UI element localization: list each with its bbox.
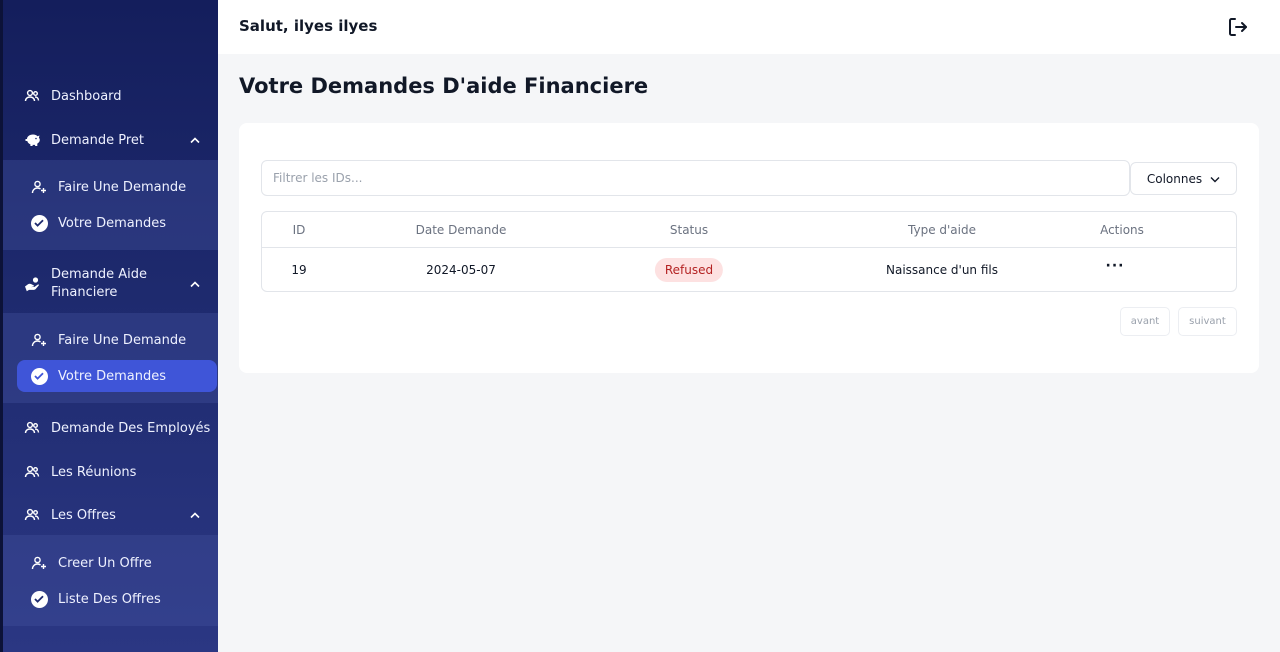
- columns-button-label: Colonnes: [1146, 171, 1203, 186]
- sidebar-subitem-label: Faire Une Demande: [58, 179, 187, 195]
- check-circle-icon: [30, 367, 48, 385]
- user-add-icon: [30, 331, 48, 349]
- sidebar-item-label: Demande Des Employés: [51, 420, 211, 436]
- sidebar-item-dashboard[interactable]: Dashboard: [3, 85, 218, 107]
- chevron-down-icon: [1210, 172, 1220, 186]
- users-icon: [23, 506, 41, 524]
- hand-coin-icon: [23, 275, 41, 293]
- submenu-demande-aide: Faire Une Demande Votre Demandes: [3, 313, 218, 403]
- column-header-status[interactable]: Status: [670, 223, 708, 237]
- sidebar-item-reunions[interactable]: Les Réunions: [3, 460, 218, 484]
- sidebar-item-label: Les Offres: [51, 507, 116, 523]
- page-title: Votre Demandes D'aide Financiere: [239, 74, 649, 98]
- column-header-actions: Actions: [1100, 223, 1144, 237]
- greeting: Salut, ilyes ilyes: [239, 17, 378, 35]
- users-icon: [23, 87, 41, 105]
- sidebar-item-demande-employes[interactable]: Demande Des Employés: [3, 416, 218, 440]
- prev-page-button[interactable]: avant: [1120, 307, 1170, 336]
- check-circle-icon: [30, 590, 48, 608]
- logout-icon[interactable]: [1226, 15, 1250, 39]
- cell-type: Naissance d'un fils: [885, 263, 999, 277]
- requests-table: ID Date Demande Status Type d'aide Actio…: [261, 211, 1237, 292]
- submenu-demande-pret: Faire Une Demande Votre Demandes: [3, 160, 218, 250]
- user-add-icon: [30, 554, 48, 572]
- sidebar-item-demande-aide[interactable]: Demande Aide Financiere: [3, 266, 218, 302]
- sidebar-subitem-creer-offre[interactable]: Creer Un Offre: [17, 547, 217, 579]
- users-icon: [23, 463, 41, 481]
- cell-date: 2024-05-07: [426, 263, 496, 277]
- next-page-button[interactable]: suivant: [1178, 307, 1237, 336]
- filter-ids-input[interactable]: [261, 160, 1130, 196]
- sidebar-subitem-label: Votre Demandes: [58, 215, 167, 231]
- status-badge: Refused: [654, 258, 724, 282]
- sidebar-subitem-votre-demandes-pret[interactable]: Votre Demandes: [17, 207, 217, 239]
- requests-card: Colonnes ID Date Demande Status Type d'a…: [239, 123, 1259, 373]
- chevron-up-icon[interactable]: [190, 277, 200, 292]
- sidebar-subitem-faire-demande-pret[interactable]: Faire Une Demande: [17, 171, 217, 203]
- sidebar-subitem-faire-demande-aide[interactable]: Faire Une Demande: [17, 324, 217, 356]
- column-header-date[interactable]: Date Demande: [416, 223, 507, 237]
- sidebar-subitem-label: Liste Des Offres: [58, 591, 161, 607]
- sidebar-item-offres[interactable]: Les Offres: [3, 503, 218, 527]
- sidebar-subitem-label: Faire Une Demande: [58, 332, 187, 348]
- sidebar-subitem-liste-offres[interactable]: Liste Des Offres: [17, 583, 217, 615]
- sidebar-item-demande-pret[interactable]: Demande Pret: [3, 128, 218, 152]
- sidebar-subitem-label: Creer Un Offre: [58, 555, 152, 571]
- sidebar-item-label: Dashboard: [51, 88, 122, 104]
- sidebar-item-label: Demande Aide: [51, 267, 148, 282]
- check-circle-icon: [30, 214, 48, 232]
- piggy-bank-icon: [23, 131, 41, 149]
- sidebar-item-label-wrap: Demande Aide Financiere: [51, 266, 147, 302]
- chevron-up-icon[interactable]: [190, 133, 200, 148]
- sidebar-item-label: Les Réunions: [51, 464, 137, 480]
- column-header-id[interactable]: ID: [293, 223, 306, 237]
- sidebar-subitem-votre-demandes-aide[interactable]: Votre Demandes: [17, 360, 217, 392]
- sidebar-item-label: Demande Pret: [51, 132, 145, 148]
- sidebar-subitem-label: Votre Demandes: [58, 368, 167, 384]
- sidebar: Dashboard Demande Pret Faire Une Demande…: [0, 0, 218, 652]
- column-header-type[interactable]: Type d'aide: [908, 223, 976, 237]
- table-header: ID Date Demande Status Type d'aide Actio…: [262, 212, 1236, 248]
- columns-button[interactable]: Colonnes: [1130, 162, 1237, 195]
- user-add-icon: [30, 178, 48, 196]
- chevron-up-icon[interactable]: [190, 508, 200, 523]
- submenu-offres: Creer Un Offre Liste Des Offres: [3, 535, 218, 626]
- top-header: Salut, ilyes ilyes: [218, 0, 1280, 54]
- users-icon: [23, 419, 41, 437]
- sidebar-item-label: Financiere: [51, 285, 118, 300]
- cell-id: 19: [291, 263, 307, 277]
- more-actions-icon[interactable]: ···: [1106, 258, 1125, 274]
